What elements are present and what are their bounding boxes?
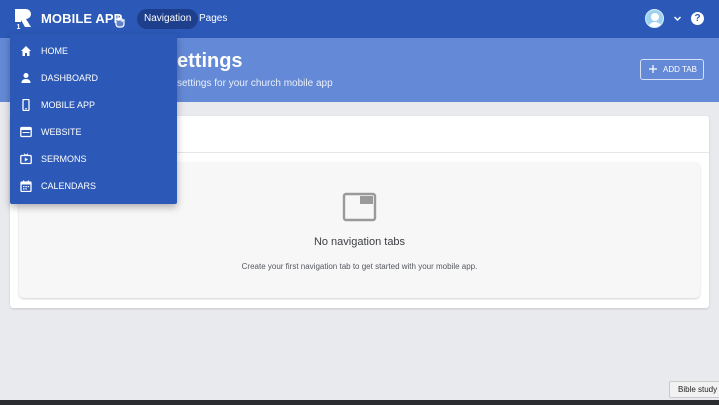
tooltip: Bible study	[669, 381, 719, 398]
tab-icon	[342, 192, 377, 222]
bottom-strip	[0, 400, 719, 405]
app-title[interactable]: MOBILE APP	[41, 11, 122, 26]
browser-icon	[20, 126, 32, 138]
empty-state-title: No navigation tabs	[313, 236, 406, 248]
menu-item-label: CALENDARS	[41, 181, 97, 191]
top-bar: 1 MOBILE APP Navigation Pages ?	[0, 0, 719, 38]
empty-state-message: Create your first navigation tab to get …	[241, 262, 478, 271]
home-icon	[21, 46, 31, 56]
avatar[interactable]	[645, 9, 664, 28]
menu-item-label: WEBSITE	[41, 127, 82, 137]
chevron-down-icon[interactable]	[673, 14, 682, 23]
plus-icon	[649, 65, 657, 73]
menu-item-label: HOME	[41, 46, 68, 56]
help-icon[interactable]: ?	[691, 12, 704, 25]
menu-item-sermons[interactable]: SERMONS	[10, 146, 177, 172]
menu-item-label: SERMONS	[41, 154, 87, 164]
menu-item-calendars[interactable]: CALENDARS	[10, 173, 177, 199]
avatar-head-shape	[651, 13, 659, 21]
page-subtitle: settings for your church mobile app	[177, 78, 333, 89]
add-tab-label: ADD TAB	[663, 65, 697, 74]
menu-item-dashboard[interactable]: DASHBOARD	[10, 65, 177, 91]
menu-item-mobile-app[interactable]: MOBILE APP	[10, 92, 177, 118]
nav-item-navigation[interactable]: Navigation	[137, 9, 199, 29]
avatar-body-shape	[648, 22, 662, 27]
app-logo-icon[interactable]: 1	[13, 8, 33, 30]
page-title: ettings	[177, 50, 243, 72]
calendar-icon	[20, 180, 32, 192]
person-icon	[21, 73, 31, 83]
app-switcher-menu: HOME DASHBOARD MOBILE APP WEBSITE SERMON…	[10, 34, 177, 204]
menu-item-home[interactable]: HOME	[10, 38, 177, 64]
menu-item-website[interactable]: WEBSITE	[10, 119, 177, 145]
svg-text:1: 1	[17, 24, 21, 30]
nav-item-pages[interactable]: Pages	[199, 9, 227, 29]
phone-icon	[22, 99, 30, 111]
menu-item-label: MOBILE APP	[41, 100, 96, 110]
video-icon	[20, 153, 32, 165]
add-tab-button[interactable]: ADD TAB	[640, 59, 704, 80]
menu-item-label: DASHBOARD	[41, 73, 99, 83]
hand-cursor-icon	[115, 15, 125, 28]
